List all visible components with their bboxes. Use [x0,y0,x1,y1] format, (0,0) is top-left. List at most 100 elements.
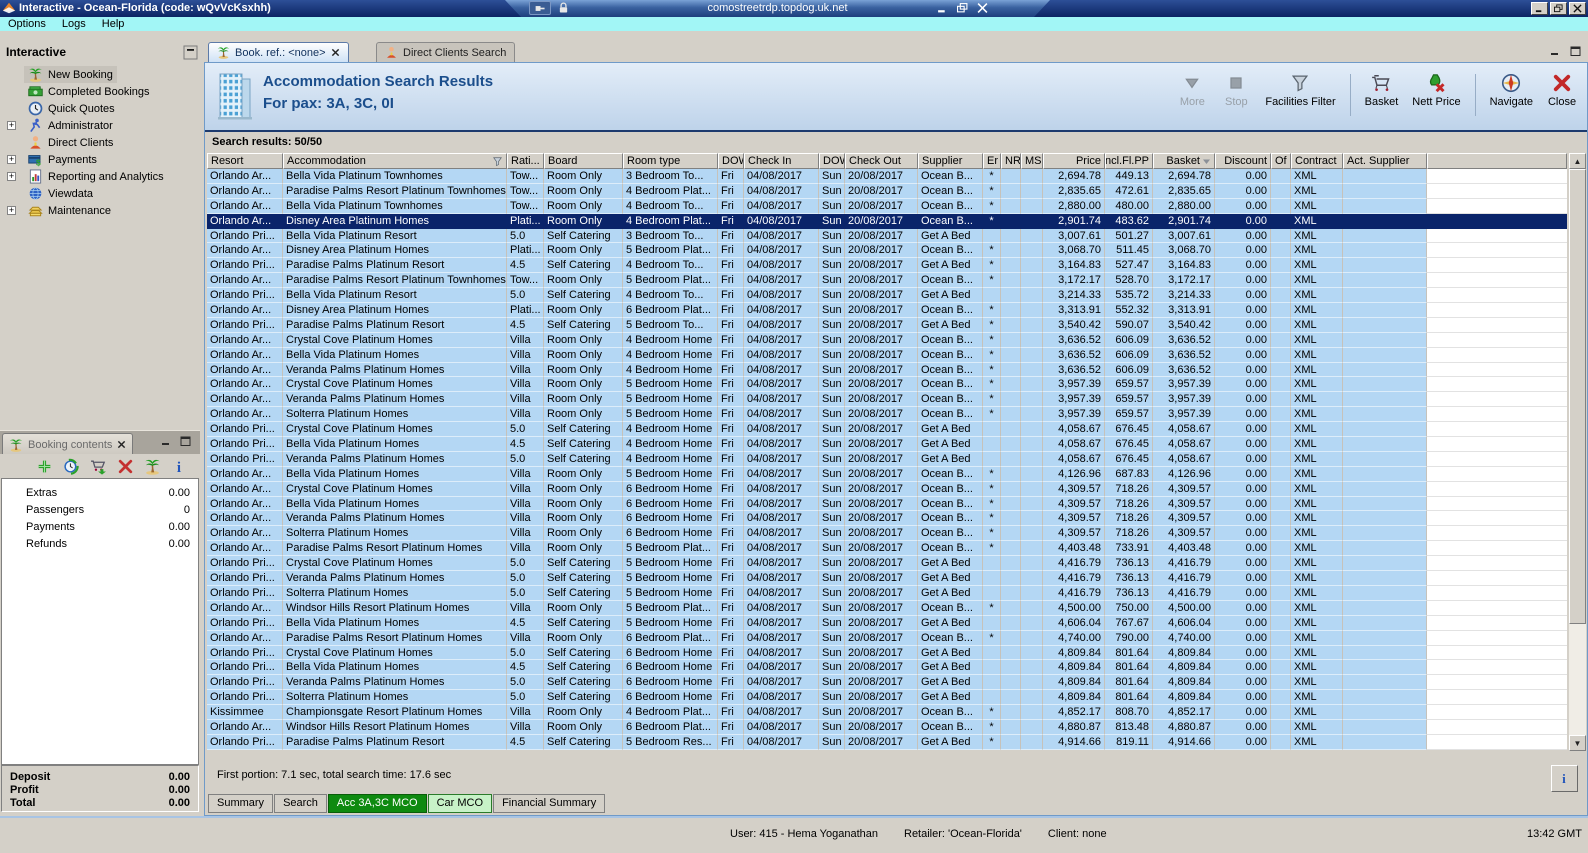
column-header-board[interactable]: Board [544,153,623,169]
table-row[interactable]: Orlando Ar... Windsor Hills Resort Platin… [207,600,1567,616]
table-row[interactable]: Orlando Pri... Crystal Cove Platinum Home… [207,645,1567,661]
column-header-check-in[interactable]: Check In [744,153,819,169]
table-row[interactable]: Orlando Ar... Bella Vida Platinum Homes Vi… [207,496,1567,512]
table-row[interactable]: Orlando Ar... Solterra Platinum Homes Vill… [207,407,1567,423]
sidebar-item-administrator[interactable]: + Administrator [0,117,200,134]
column-header-er[interactable]: Er [983,153,1001,169]
table-row[interactable]: Orlando Pri... Veranda Palms Platinum Hom… [207,451,1567,467]
table-row[interactable]: Orlando Ar... Disney Area Platinum Homes P… [207,243,1567,259]
expand-icon[interactable]: + [7,121,16,130]
palm-icon[interactable] [144,458,161,475]
scroll-down-button[interactable]: ▼ [1569,735,1586,751]
table-row[interactable]: Orlando Ar... Disney Area Platinum Homes P… [207,213,1567,229]
table-row[interactable]: Orlando Ar... Crystal Cove Platinum Homes… [207,481,1567,497]
column-header-of[interactable]: Of [1271,153,1291,169]
table-row[interactable]: Orlando Ar... Crystal Cove Platinum Homes… [207,332,1567,348]
sidebar-item-direct-clients[interactable]: Direct Clients [0,134,200,151]
basket-button[interactable]: Basket [1365,73,1398,108]
refresh-clock-icon[interactable] [63,458,80,475]
column-header-rating[interactable]: Rati... [507,153,544,169]
expand-icon[interactable]: + [7,172,16,181]
column-header-accommodation[interactable]: Accommodation [283,153,507,169]
panel-minimize-icon[interactable] [1550,46,1562,57]
column-header-discount[interactable]: Discount [1215,153,1271,169]
sidebar-item-maintenance[interactable]: + Maintenance [0,202,200,219]
table-row[interactable]: Orlando Ar... Solterra Platinum Homes Vill… [207,526,1567,542]
table-row[interactable]: Orlando Pri... Veranda Palms Platinum Hom… [207,571,1567,586]
booking-contents-tab[interactable]: Booking contents [2,433,134,455]
panel-maximize-icon[interactable] [1570,46,1582,57]
tab-book-ref-none-[interactable]: Book. ref.: <none> [208,42,349,62]
column-header-act-supplier[interactable]: Act. Supplier [1343,153,1427,169]
column-header-basket[interactable]: Basket [1153,153,1215,169]
scrollbar-thumb[interactable] [1569,169,1586,624]
table-row[interactable]: Orlando Pri... Veranda Palms Platinum Hom… [207,675,1567,691]
column-header-resort[interactable]: Resort [207,153,283,169]
table-row[interactable]: Orlando Ar... Paradise Palms Resort Plati… [207,541,1567,557]
table-row[interactable]: Orlando Pri... Bella Vida Platinum Resort… [207,228,1567,244]
sidebar-item-new-booking[interactable]: New Booking [0,66,200,83]
table-row[interactable]: Orlando Pri... Solterra Platinum Homes 5.0… [207,585,1567,601]
bottom-tab-summary[interactable]: Summary [208,794,274,813]
rdp-restore-button[interactable] [957,3,968,13]
panel-maximize-icon[interactable] [180,436,192,447]
facilities-filter-button[interactable]: Facilities Filter [1265,73,1336,108]
column-header-incl-fl-pp[interactable]: Incl.Fl.PP [1105,153,1153,169]
expand-icon[interactable]: + [7,206,16,215]
table-row[interactable]: Orlando Ar... Paradise Palms Resort Plati… [207,183,1567,199]
sidebar-collapse-button[interactable] [183,45,198,60]
table-row[interactable]: Orlando Pri... Bella Vida Platinum Homes 4… [207,660,1567,676]
tab-direct-clients-search[interactable]: Direct Clients Search [376,42,516,62]
column-header-contract[interactable]: Contract [1291,153,1343,169]
panel-minimize-icon[interactable] [161,436,173,447]
table-row[interactable]: Orlando Ar... Veranda Palms Platinum Home… [207,362,1567,378]
nett-price-button[interactable]: Nett Price [1412,73,1461,108]
table-row[interactable]: Orlando Pri... Crystal Cove Platinum Home… [207,556,1567,572]
delete-icon[interactable] [117,458,134,475]
menu-logs[interactable]: Logs [54,18,94,30]
rdp-minimize-button[interactable] [937,3,948,13]
column-header-check-out[interactable]: Check Out [845,153,918,169]
rdp-close-button[interactable] [977,3,988,13]
scroll-up-button[interactable]: ▲ [1569,153,1586,169]
column-header-room-type[interactable]: Room type [623,153,718,169]
bottom-tab-search[interactable]: Search [274,794,327,813]
window-close-button[interactable] [1569,2,1586,15]
menu-options[interactable]: Options [0,18,54,30]
window-restore-button[interactable] [1550,2,1567,15]
table-row[interactable]: Orlando Ar... Disney Area Platinum Homes P… [207,303,1567,318]
sidebar-item-payments[interactable]: + $ Payments [0,151,200,168]
column-header-nr[interactable]: NR [1001,153,1021,169]
table-row[interactable]: Orlando Ar... Paradise Palms Resort Plati… [207,630,1567,646]
table-row[interactable]: Orlando Ar... Paradise Palms Resort Plati… [207,273,1567,289]
cart-arrow-icon[interactable] [90,458,107,475]
sidebar-item-viewdata[interactable]: Viewdata [0,185,200,202]
column-header-ms[interactable]: MS [1021,153,1043,169]
navigate-button[interactable]: Navigate [1490,73,1533,108]
add-icon[interactable] [36,458,53,475]
table-row[interactable]: Orlando Ar... Bella Vida Platinum Townhom… [207,169,1567,184]
column-header-dow-out[interactable]: DOW [819,153,845,169]
table-row[interactable]: Orlando Pri... Paradise Palms Platinum Re… [207,734,1567,750]
table-row[interactable]: Orlando Ar... Bella Vida Platinum Townhom… [207,198,1567,214]
info-icon[interactable]: i [171,458,188,474]
table-row[interactable]: Orlando Pri... Bella Vida Platinum Homes 4… [207,615,1567,631]
tab-close-button[interactable] [331,47,340,59]
table-row[interactable]: Orlando Ar... Crystal Cove Platinum Homes… [207,377,1567,393]
table-row[interactable]: Orlando Pri... Paradise Palms Platinum Re… [207,258,1567,274]
table-row[interactable]: Orlando Ar... Bella Vida Platinum Homes Vi… [207,466,1567,482]
bottom-tab-financial-summary[interactable]: Financial Summary [493,794,606,813]
column-header-price[interactable]: Price [1043,153,1105,169]
table-row[interactable]: Orlando Ar... Veranda Palms Platinum Home… [207,511,1567,527]
vertical-scrollbar[interactable]: ▲ ▼ [1569,153,1586,751]
column-header-dow-in[interactable]: DOW [718,153,744,169]
column-header-supplier[interactable]: Supplier [918,153,983,169]
menu-help[interactable]: Help [94,18,133,30]
table-row[interactable]: Orlando Ar... Bella Vida Platinum Homes Vi… [207,347,1567,363]
sidebar-item-quick-quotes[interactable]: Quick Quotes [0,100,200,117]
bottom-tab-acc-3a-3c-mco[interactable]: Acc 3A,3C MCO [327,794,427,813]
table-row[interactable]: Orlando Pri... Bella Vida Platinum Resort… [207,288,1567,304]
table-row[interactable]: Kissimmee Championsgate Resort Platinum H… [207,705,1567,720]
table-row[interactable]: Orlando Pri... Paradise Palms Platinum Re… [207,317,1567,333]
table-row[interactable]: Orlando Pri... Crystal Cove Platinum Home… [207,422,1567,438]
